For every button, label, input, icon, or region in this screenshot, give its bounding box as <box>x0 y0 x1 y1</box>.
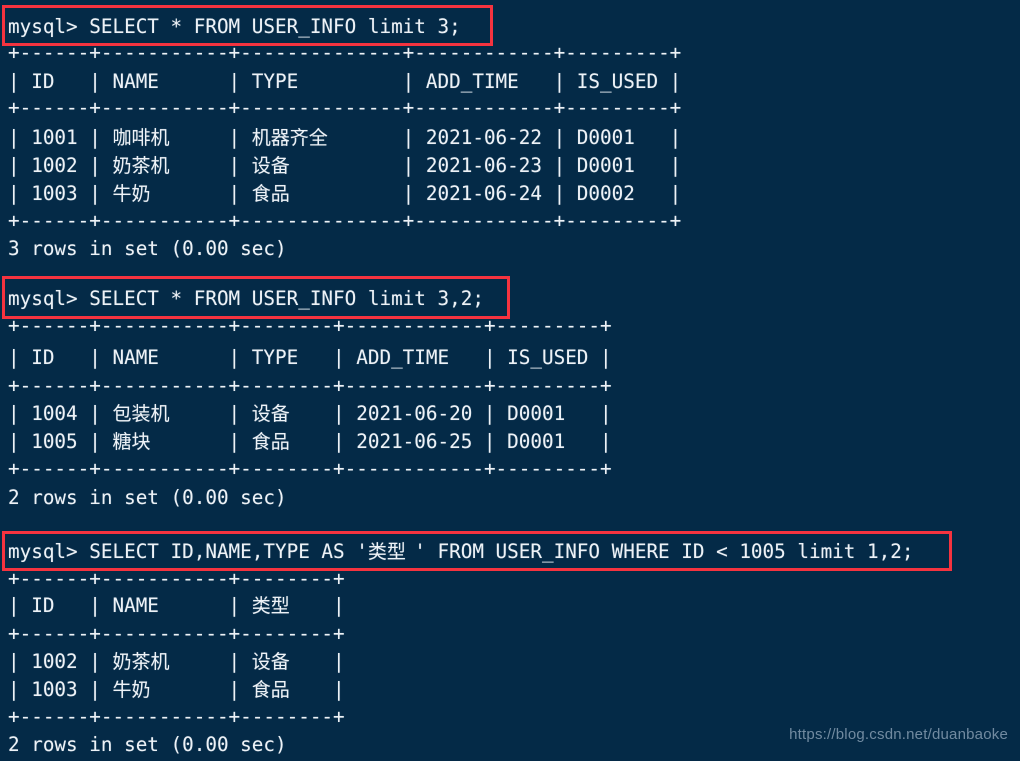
table-2-separator-bottom: +------+-----------+--------+-----------… <box>8 457 612 480</box>
table-1-row-3: | 1003 | 牛奶 | 食品 | 2021-06-24 | D0002 | <box>8 182 682 205</box>
table-3-separator-top: +------+-----------+--------+ <box>8 567 345 590</box>
table-3-separator-bottom: +------+-----------+--------+ <box>8 705 345 728</box>
table-2-header: | ID | NAME | TYPE | ADD_TIME | IS_USED … <box>8 346 612 369</box>
table-1-footer: 3 rows in set (0.00 sec) <box>8 237 287 260</box>
table-2-separator-top: +------+-----------+--------+-----------… <box>8 314 612 337</box>
table-3-header: | ID | NAME | 类型 | <box>8 594 345 617</box>
sql-command-2: mysql> SELECT * FROM USER_INFO limit 3,2… <box>8 287 484 310</box>
table-1-separator-bottom: +------+-----------+--------------+-----… <box>8 209 682 232</box>
table-3-row-2: | 1003 | 牛奶 | 食品 | <box>8 678 345 701</box>
table-2-row-1: | 1004 | 包装机 | 设备 | 2021-06-20 | D0001 | <box>8 402 612 425</box>
table-1-row-1: | 1001 | 咖啡机 | 机器齐全 | 2021-06-22 | D0001… <box>8 126 682 149</box>
table-3-separator-mid: +------+-----------+--------+ <box>8 622 345 645</box>
terminal-output: mysql> SELECT * FROM USER_INFO limit 3; … <box>0 0 1020 761</box>
table-3-row-1: | 1002 | 奶茶机 | 设备 | <box>8 650 345 673</box>
table-1-separator-top: +------+-----------+--------------+-----… <box>8 41 682 64</box>
watermark: https://blog.csdn.net/duanbaoke <box>789 726 1008 743</box>
table-2-separator-mid: +------+-----------+--------+-----------… <box>8 374 612 397</box>
table-1-header: | ID | NAME | TYPE | ADD_TIME | IS_USED … <box>8 70 682 93</box>
table-2-row-2: | 1005 | 糖块 | 食品 | 2021-06-25 | D0001 | <box>8 430 612 453</box>
sql-command-3: mysql> SELECT ID,NAME,TYPE AS '类型 ' FROM … <box>8 540 914 563</box>
table-3-footer: 2 rows in set (0.00 sec) <box>8 733 287 756</box>
table-2-footer: 2 rows in set (0.00 sec) <box>8 486 287 509</box>
table-1-separator-mid: +------+-----------+--------------+-----… <box>8 96 682 119</box>
sql-command-1: mysql> SELECT * FROM USER_INFO limit 3; <box>8 15 461 38</box>
table-1-row-2: | 1002 | 奶茶机 | 设备 | 2021-06-23 | D0001 | <box>8 154 682 177</box>
